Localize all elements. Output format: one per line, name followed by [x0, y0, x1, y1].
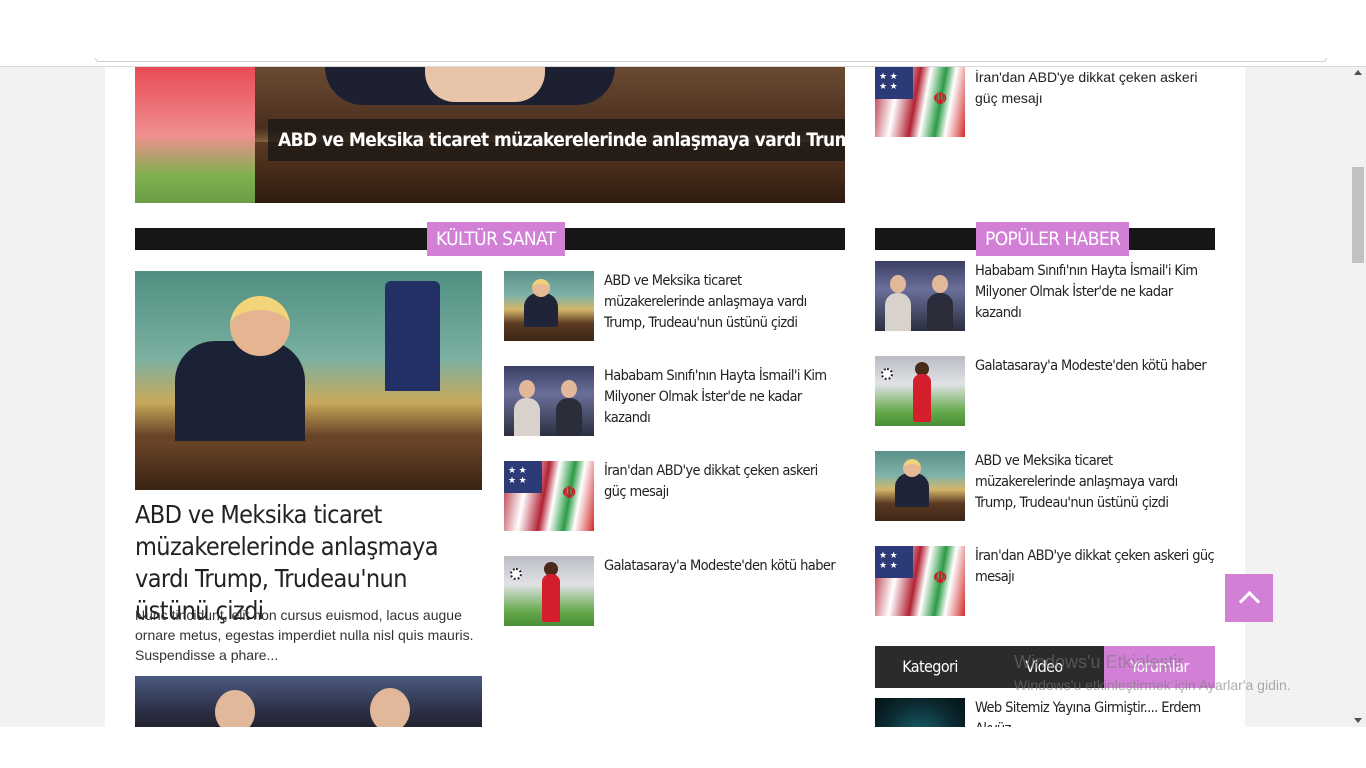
featured-article-image[interactable]	[135, 271, 482, 490]
windows-activation-watermark: Windows'u Etkinleştir	[1014, 652, 1184, 672]
scrollbar-thumb[interactable]	[1352, 167, 1364, 263]
person-shape	[175, 341, 305, 451]
second-article-image[interactable]	[135, 676, 482, 727]
page-background: ABD ve Meksika ticaret müzakerelerinde a…	[0, 67, 1350, 727]
player-shape	[913, 374, 931, 422]
person-head-shape	[215, 690, 255, 727]
person-shape	[556, 398, 582, 436]
list-item-title[interactable]: ABD ve Meksika ticaret müzakerelerinde a…	[604, 271, 840, 334]
list-item-title[interactable]: Hababam Sınıfı'nın Hayta İsmail'i Kim Mi…	[604, 366, 840, 429]
address-bar-edge	[95, 58, 1327, 62]
scroll-up-arrow-icon[interactable]	[1354, 70, 1362, 75]
person-shape	[885, 293, 911, 331]
right-top-image[interactable]: ☫	[875, 67, 965, 137]
page-scrollbar[interactable]	[1350, 67, 1366, 727]
content-area: ABD ve Meksika ticaret müzakerelerinde a…	[105, 67, 1245, 727]
populer-item-title[interactable]: Galatasaray'a Modeste'den kötü haber	[975, 356, 1215, 377]
tab-content-title[interactable]: Web Sitemiz Yayına Girmiştir.... Erdem A…	[975, 698, 1215, 727]
flag-shape	[385, 281, 440, 391]
populer-item-image[interactable]	[875, 451, 965, 521]
head-shape	[230, 296, 290, 356]
head-shape	[519, 380, 535, 398]
scroll-down-arrow-icon[interactable]	[1354, 718, 1362, 723]
populer-item-image[interactable]: ☫	[875, 546, 965, 616]
person-shape	[927, 293, 953, 331]
tab-content-image[interactable]	[875, 698, 965, 727]
populer-item-title[interactable]: İran'dan ABD'ye dikkat çeken askeri güç …	[975, 546, 1215, 588]
ball-icon	[881, 368, 893, 380]
person-shape	[524, 293, 558, 327]
populer-section-label[interactable]: POPÜLER HABER	[976, 222, 1130, 256]
ball-icon	[510, 568, 522, 580]
us-flag-canton	[875, 67, 913, 99]
windows-activation-hint: Windows'u etkinleştirmek için Ayarlar'a …	[1014, 677, 1291, 693]
kultur-section-bar: KÜLTÜR SANAT	[135, 222, 845, 256]
iran-emblem-icon: ☫	[933, 91, 948, 108]
top-slider[interactable]: ABD ve Meksika ticaret müzakerelerinde a…	[135, 67, 845, 203]
person-shape	[514, 398, 540, 436]
us-flag-canton	[504, 461, 542, 493]
slider-caption[interactable]: ABD ve Meksika ticaret müzakerelerinde a…	[268, 119, 845, 161]
player-shape	[542, 574, 560, 622]
populer-item-title[interactable]: ABD ve Meksika ticaret müzakerelerinde a…	[975, 451, 1215, 514]
slider-hands-shape	[425, 67, 545, 102]
list-item-image[interactable]: ☫	[504, 461, 594, 531]
featured-article-excerpt: Nunc tincidunt, elit non cursus euismod,…	[135, 607, 474, 663]
right-top-title[interactable]: İran'dan ABD'ye dikkat çeken askeri güç …	[975, 67, 1215, 109]
list-item-image[interactable]	[504, 271, 594, 341]
head-shape	[903, 459, 921, 477]
head-shape	[561, 380, 577, 398]
list-item-image[interactable]	[504, 366, 594, 436]
tab-kategori[interactable]: Kategori	[875, 646, 985, 688]
populer-item-title[interactable]: Hababam Sınıfı'nın Hayta İsmail'i Kim Mi…	[975, 261, 1215, 324]
person-head-shape	[370, 688, 410, 727]
list-item-title[interactable]: İran'dan ABD'ye dikkat çeken askeri güç …	[604, 461, 840, 503]
us-flag-canton	[875, 546, 913, 578]
head-shape	[932, 275, 948, 293]
list-item-image[interactable]	[504, 556, 594, 626]
kultur-section-label[interactable]: KÜLTÜR SANAT	[427, 222, 565, 256]
slider-side-image	[135, 67, 255, 203]
iran-emblem-icon: ☫	[933, 570, 948, 587]
populer-item-image[interactable]	[875, 356, 965, 426]
iran-emblem-icon: ☫	[562, 485, 577, 502]
head-shape	[890, 275, 906, 293]
browser-top-bar	[0, 0, 1366, 67]
head-shape	[532, 279, 550, 297]
populer-item-image[interactable]	[875, 261, 965, 331]
scroll-top-button[interactable]	[1225, 574, 1273, 622]
person-shape	[895, 473, 929, 507]
list-item-title[interactable]: Galatasaray'a Modeste'den kötü haber	[604, 556, 840, 577]
browser-bottom-area	[0, 727, 1366, 768]
desk-shape	[135, 441, 482, 490]
populer-section-bar: POPÜLER HABER	[875, 222, 1215, 256]
